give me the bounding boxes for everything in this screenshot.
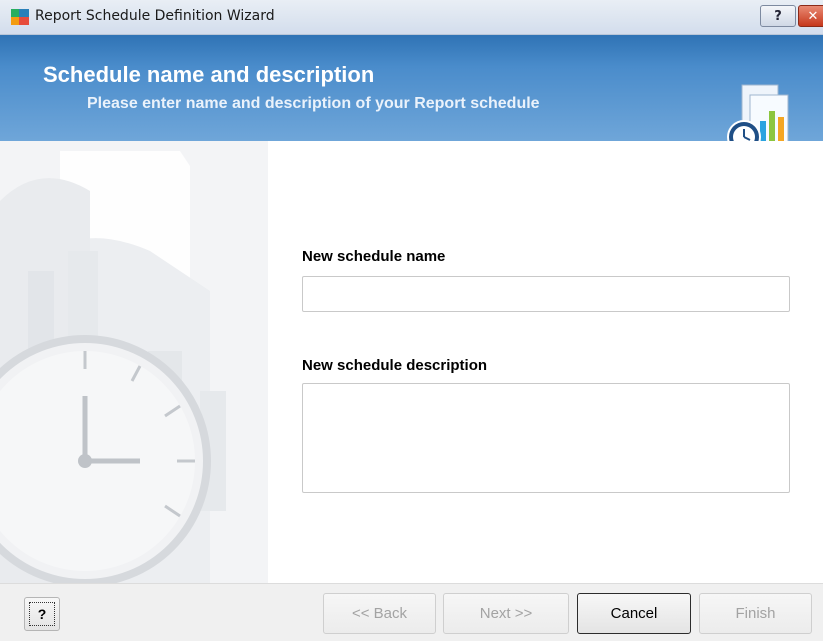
schedule-name-input[interactable] <box>302 276 790 312</box>
schedule-description-label: New schedule description <box>302 357 488 374</box>
cancel-button[interactable]: Cancel <box>577 593 691 634</box>
help-button-label: ? <box>37 606 47 622</box>
avg-app-icon <box>11 9 29 25</box>
help-button[interactable]: ? <box>24 597 60 631</box>
wizard-window: Report Schedule Definition Wizard ? ✕ Sc… <box>0 0 823 641</box>
wizard-footer: ? << Back Next >> Cancel Finish <box>0 583 823 641</box>
window-title: Report Schedule Definition Wizard <box>35 8 275 24</box>
help-icon: ? <box>774 8 782 24</box>
title-bar[interactable]: Report Schedule Definition Wizard ? ✕ <box>0 0 823 35</box>
back-button[interactable]: << Back <box>323 593 436 634</box>
title-help-button[interactable]: ? <box>760 5 796 27</box>
schedule-name-label: New schedule name <box>302 248 446 265</box>
close-icon: ✕ <box>807 8 819 24</box>
finish-button[interactable]: Finish <box>699 593 812 634</box>
next-button[interactable]: Next >> <box>443 593 569 634</box>
page-subtitle: Please enter name and description of you… <box>87 95 540 112</box>
close-button[interactable]: ✕ <box>798 5 823 27</box>
wizard-header: Schedule name and description Please ent… <box>0 35 823 154</box>
page-title: Schedule name and description <box>43 62 375 87</box>
wizard-content: New schedule name New schedule descripti… <box>0 141 823 583</box>
schedule-description-input[interactable] <box>302 383 790 493</box>
clock-chart-watermark <box>0 141 268 583</box>
